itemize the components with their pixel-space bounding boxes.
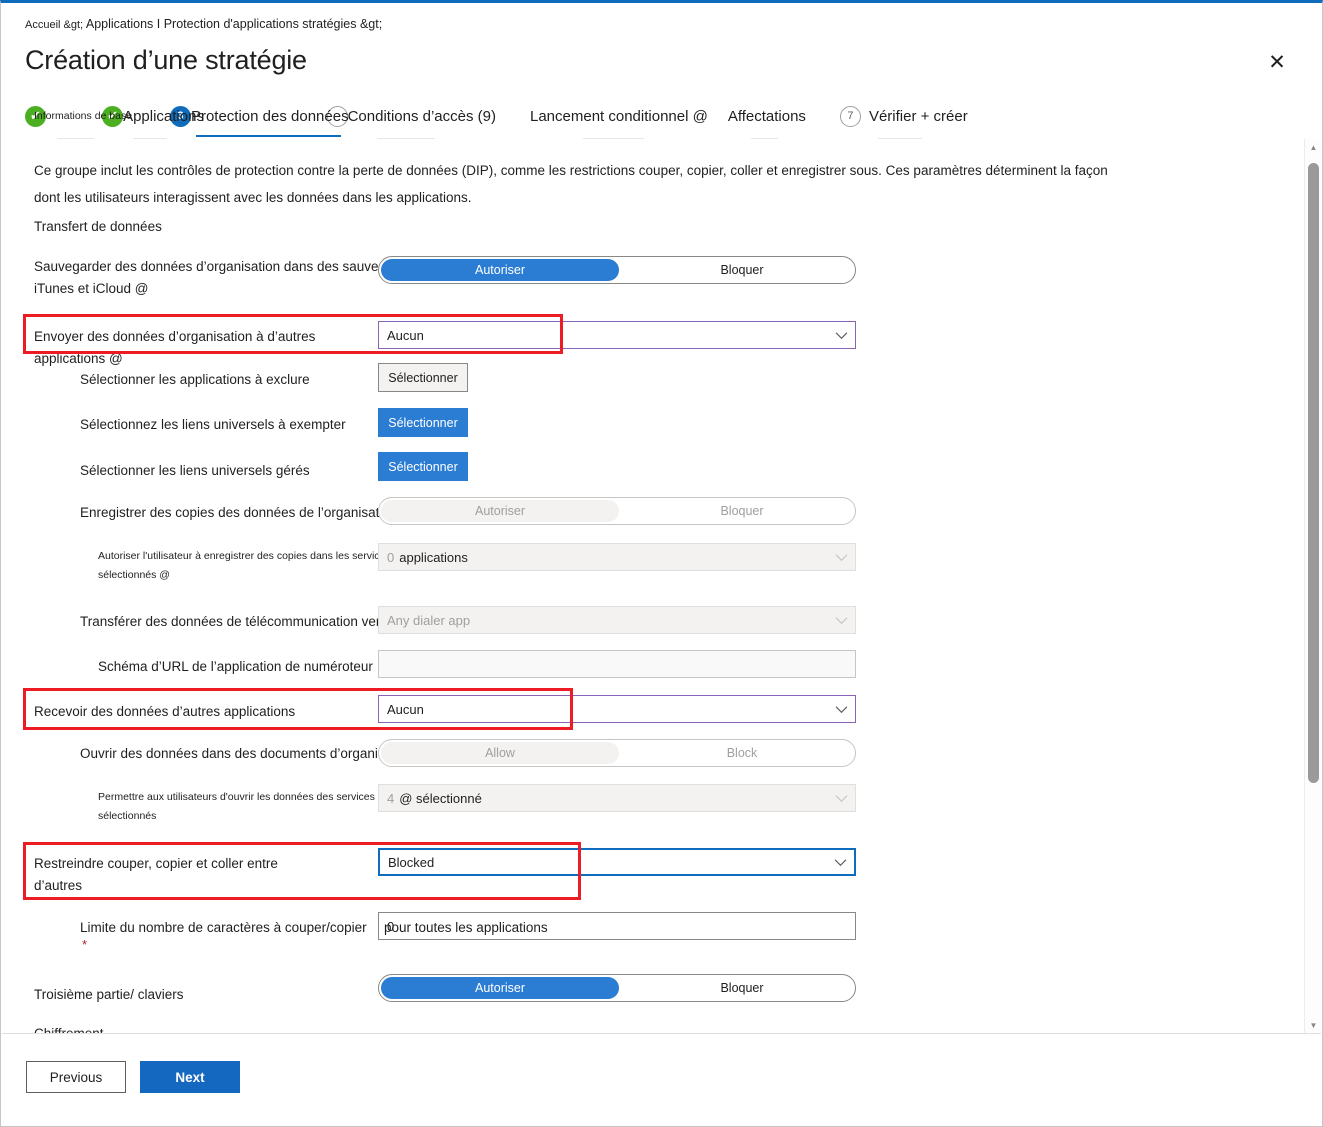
button-select-exempt-apps[interactable]: Sélectionner: [378, 363, 468, 392]
tab-label: Protection des données: [190, 107, 349, 125]
label-allow-user-save: Autoriser l'utilisateur à enregistrer de…: [98, 550, 391, 581]
label-dialer-url: Schéma d’URL de l’application de numérot…: [98, 659, 373, 674]
active-tab-underline: [195, 135, 341, 137]
dropdown-allow-user-save[interactable]: 0 applications: [378, 543, 856, 571]
dropdown-telecom[interactable]: Any dialer app: [378, 606, 856, 634]
label-restrict-cut-copy: Restreindre couper, copier et coller ent…: [34, 856, 278, 893]
dropdown-count: 4: [387, 790, 395, 806]
toggle-option-allow[interactable]: Autoriser: [381, 498, 619, 524]
chevron-down-icon: [834, 859, 847, 867]
tab-conditions-dacces[interactable]: Conditions d’accès (9): [326, 101, 496, 139]
required-marker: *: [82, 937, 88, 952]
wizard-tabs: ✔ Informations de base ✔ Applications 3 …: [25, 101, 968, 139]
tab-protection-des-donnees[interactable]: 3 Protection des données: [169, 101, 349, 137]
tab-label: Vérifier + créer: [868, 107, 968, 125]
tab-label: Conditions d’accès (9): [347, 107, 496, 125]
toggle-save-copies[interactable]: Autoriser Bloquer: [378, 497, 856, 525]
button-select-exempt-links[interactable]: Sélectionner: [378, 408, 468, 437]
create-policy-window: Accueil &gt; Applications I Protection d…: [0, 0, 1323, 1127]
toggle-option-allow[interactable]: Autoriser: [381, 975, 619, 1001]
label-select-exempt-links: Sélectionnez les liens universels à exem…: [80, 417, 346, 432]
close-icon[interactable]: ✕: [1262, 47, 1292, 77]
section-heading-transfert: Transfert de données: [34, 219, 162, 234]
toggle-open-data[interactable]: Allow Block: [378, 739, 856, 767]
dropdown-value: Aucun: [387, 701, 424, 717]
scrollbar-thumb[interactable]: [1308, 163, 1319, 783]
vertical-scrollbar[interactable]: ▲ ▼: [1304, 139, 1321, 1034]
tab-verifier-creer[interactable]: 7 Vérifier + créer: [839, 101, 968, 139]
toggle-option-allow[interactable]: Autoriser: [381, 257, 619, 283]
dropdown-value: @ sélectionné: [399, 790, 482, 806]
label-receive-data: Recevoir des données d’autres applicatio…: [34, 704, 296, 719]
chevron-down-icon: [835, 706, 848, 714]
chevron-down-icon: [835, 332, 848, 340]
tab-label: Lancement conditionnel @: [529, 107, 708, 125]
tab-affectations[interactable]: Affectations: [728, 101, 806, 139]
label-telecom: Transférer des données de télécommunicat…: [80, 614, 405, 629]
dropdown-value: Aucun: [387, 327, 424, 343]
label-char-limit-overflow: pour toutes les applications: [384, 920, 548, 935]
label-allow-user-open: Permettre aux utilisateurs d'ouvrir les …: [98, 791, 375, 822]
dropdown-send-org-data[interactable]: Aucun: [378, 321, 856, 349]
toggle-option-block[interactable]: Bloquer: [623, 498, 855, 524]
button-select-managed-links[interactable]: Sélectionner: [378, 452, 468, 481]
toggle-option-allow[interactable]: Allow: [381, 740, 619, 766]
breadcrumb-rest[interactable]: Applications I Protection d'applications…: [86, 17, 382, 31]
label-third-party-keyboards: Troisième partie/ claviers: [34, 987, 184, 1002]
tab-label: Affectations: [727, 107, 806, 125]
dropdown-count: 0: [387, 549, 395, 565]
label-select-exempt-apps: Sélectionner les applications à exclure: [80, 372, 310, 387]
previous-button[interactable]: Previous: [26, 1061, 126, 1093]
page-title: Création d’une stratégie: [25, 45, 307, 75]
chevron-down-icon: [835, 795, 848, 803]
dropdown-receive-data[interactable]: Aucun: [378, 695, 856, 723]
dropdown-allow-user-open[interactable]: 4 @ sélectionné: [378, 784, 856, 812]
toggle-option-block[interactable]: Bloquer: [623, 257, 855, 283]
scroll-up-icon[interactable]: ▲: [1305, 139, 1322, 156]
tab-label: Informations de base: [34, 110, 133, 122]
step-number-badge: 7: [839, 105, 861, 127]
wizard-footer: Previous Next: [2, 1033, 1321, 1125]
dropdown-restrict-cut-copy[interactable]: Blocked: [378, 848, 856, 876]
toggle-backup[interactable]: Autoriser Bloquer: [378, 256, 856, 284]
settings-scroll-area: Ce groupe inclut les contrôles de protec…: [2, 139, 1321, 1034]
breadcrumb: Accueil &gt; Applications I Protection d…: [25, 17, 382, 31]
chevron-down-icon: [835, 554, 848, 562]
toggle-third-party-keyboards[interactable]: Autoriser Bloquer: [378, 974, 856, 1002]
label-backup: Sauvegarder des données d’organisation d…: [34, 259, 420, 296]
label-select-managed-links: Sélectionner les liens universels gérés: [80, 463, 310, 478]
label-save-copies: Enregistrer des copies des données de l’…: [80, 505, 415, 520]
dropdown-value: Blocked: [388, 854, 435, 870]
toggle-option-block[interactable]: Block: [623, 740, 855, 766]
chevron-down-icon: [835, 617, 848, 625]
label-send-org-data: Envoyer des données d’organisation à d’a…: [34, 329, 316, 366]
toggle-option-block[interactable]: Bloquer: [623, 975, 855, 1001]
breadcrumb-root[interactable]: Accueil &gt;: [25, 19, 83, 31]
label-char-limit: Limite du nombre de caractères à couper/…: [80, 920, 367, 935]
next-button[interactable]: Next: [140, 1061, 240, 1093]
dropdown-value: Any dialer app: [387, 612, 471, 628]
section-description: Ce groupe inclut les contrôles de protec…: [34, 163, 1108, 205]
scroll-down-icon[interactable]: ▼: [1305, 1017, 1322, 1034]
tab-lancement-conditionnel[interactable]: Lancement conditionnel @: [530, 101, 708, 139]
dropdown-value: applications: [399, 549, 468, 565]
input-dialer-url[interactable]: [378, 650, 856, 678]
